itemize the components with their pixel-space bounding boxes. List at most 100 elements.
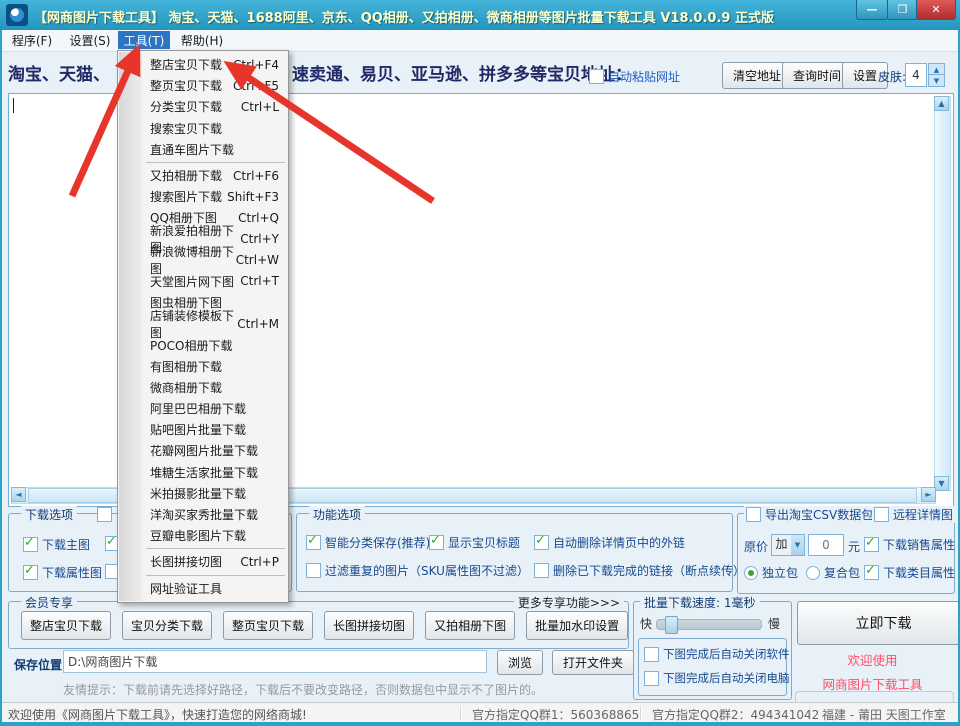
menu-item-douban[interactable]: 豆瓣电影图片下载 (118, 525, 288, 546)
status-qq-group-1: 官方指定QQ群1：560368865 (472, 708, 640, 722)
menu-item-alibaba[interactable]: 阿里巴巴相册下载 (118, 398, 288, 419)
tools-dropdown-menu: 整店宝贝下载 Ctrl+F4 整页宝贝下载 Ctrl+F5 分类宝贝下载 Ctrl+L… (117, 50, 289, 603)
auto-close-box: 下图完成后自动关闭软件 下图完成后自动关闭电脑 (638, 638, 790, 696)
vip-watermark-button[interactable]: 批量加水印设置 (526, 611, 629, 640)
address-label-left: 淘宝、天猫、 (8, 65, 110, 85)
radio-icon[interactable] (806, 565, 820, 580)
text-cursor (13, 98, 14, 113)
maximize-button[interactable]: ❐ (887, 0, 918, 20)
checkbox-icon[interactable] (589, 69, 604, 84)
browse-button[interactable]: 浏览 (497, 650, 544, 675)
menu-item-shop-download[interactable]: 整店宝贝下载 Ctrl+F4 (118, 54, 288, 75)
radio-single-pack[interactable]: 独立包 (744, 564, 798, 581)
checkbox-icon[interactable] (746, 507, 761, 522)
price-value-field[interactable]: 0 (808, 534, 844, 556)
menu-item-yangtao[interactable]: 洋淘买家秀批量下载 (118, 504, 288, 525)
checkbox-smart-save[interactable]: 智能分类保存(推荐) (306, 533, 430, 551)
menu-item-shop-template[interactable]: 店铺装修模板下图 Ctrl+M (118, 309, 288, 340)
menu-item-poco[interactable]: POCO相册下载 (118, 334, 288, 355)
checkbox-download-attr-image[interactable]: 下载属性图 (23, 563, 102, 581)
checkbox-icon[interactable] (306, 533, 321, 550)
checkbox-icon[interactable] (864, 563, 879, 580)
vip-yupoo-button[interactable]: 又拍相册下图 (425, 611, 516, 640)
checkbox-icon[interactable] (23, 535, 38, 552)
checkbox-icon[interactable] (644, 670, 659, 686)
menu-separator (146, 161, 285, 163)
download-options-title-checkbox[interactable] (97, 507, 112, 522)
status-qq-group-2: 官方指定QQ群2：494341042 (652, 708, 820, 722)
vip-long-image-button[interactable]: 长图拼接切图 (324, 611, 415, 640)
menu-item-search-image-download[interactable]: 搜索图片下载 Shift+F3 (118, 186, 288, 207)
vip-page-download-button[interactable]: 整页宝贝下载 (223, 611, 314, 640)
checkbox-category-attr[interactable]: 下载类目属性 (864, 563, 955, 581)
checkbox-icon[interactable] (429, 533, 444, 550)
menu-item-tieba[interactable]: 贴吧图片批量下载 (118, 419, 288, 440)
menu-item-yupoo-download[interactable]: 又拍相册下载 Ctrl+F6 (118, 165, 288, 186)
menu-item-url-validator[interactable]: 网址验证工具 (118, 578, 288, 599)
scroll-right-button[interactable]: ► (921, 487, 936, 502)
menu-item-mipai[interactable]: 米拍摄影批量下载 (118, 483, 288, 504)
scroll-right-icon: ► (925, 490, 932, 499)
scroll-down-icon: ▼ (938, 479, 945, 488)
checkbox-remove-finished-links[interactable]: 删除已下载完成的链接（断点续传） (534, 562, 745, 579)
checkbox-icon[interactable] (534, 563, 549, 578)
menubar-tools[interactable]: 工具(T) (118, 31, 170, 49)
vip-category-download-button[interactable]: 宝贝分类下载 (122, 611, 213, 640)
menu-item-long-image-cut[interactable]: 长图拼接切图 Ctrl+P (118, 551, 288, 572)
menubar-help[interactable]: 帮助(H) (176, 31, 228, 49)
vip-shop-download-button[interactable]: 整店宝贝下载 (21, 611, 112, 640)
price-mode-select[interactable]: 加 ▼ (771, 534, 805, 556)
skin-value-field[interactable]: 4 (905, 63, 927, 87)
save-path-input[interactable] (63, 650, 487, 673)
checkbox-icon[interactable] (874, 507, 889, 522)
download-now-button[interactable]: 立即下载 (797, 601, 960, 645)
menu-item-weishang[interactable]: 微商相册下载 (118, 377, 288, 398)
checkbox-icon[interactable] (534, 533, 549, 550)
radio-icon[interactable] (744, 565, 758, 580)
checkbox-sales-attr[interactable]: 下载销售属性 (864, 535, 955, 553)
menu-item-sina-weibo[interactable]: 新浪微博相册下图 Ctrl+W (118, 245, 288, 276)
vertical-scrollbar[interactable]: ▲ ▼ (934, 96, 951, 491)
speed-slider-thumb[interactable] (665, 616, 678, 634)
scroll-left-button[interactable]: ◄ (11, 487, 26, 502)
menu-item-duitang[interactable]: 堆糖生活家批量下载 (118, 462, 288, 483)
menu-item-ztc-download[interactable]: 直通车图片下载 (118, 139, 288, 160)
menu-item-huaban[interactable]: 花瓣网图片批量下载 (118, 440, 288, 461)
status-bar: 欢迎使用《网商图片下载工具》，快速打造您的网络商城! 官方指定QQ群1：5603… (0, 702, 960, 723)
checkbox-shutdown-after[interactable]: 下图完成后自动关闭电脑 (644, 670, 790, 686)
checkbox-icon[interactable] (306, 563, 321, 578)
menubar-program[interactable]: 程序(F) (6, 31, 58, 49)
checkbox-filter-duplicates[interactable]: 过滤重复的图片（SKU属性图不过滤） (306, 562, 529, 579)
menubar-settings[interactable]: 设置(S) (64, 31, 116, 49)
checkbox-show-title[interactable]: 显示宝贝标题 (429, 533, 520, 551)
more-vip-features-link[interactable]: 更多专享功能>>> (513, 594, 624, 611)
speed-slider-track[interactable] (656, 616, 762, 634)
auto-paste-checkbox[interactable]: 自动粘贴网址 (589, 68, 680, 85)
dropdown-arrow-icon: ▼ (791, 535, 804, 555)
window-title: 【网商图片下载工具】 淘宝、天猫、1688阿里、京东、QQ相册、又拍相册、微商相… (34, 11, 774, 26)
group-title: 功能选项 (309, 506, 366, 523)
checkbox-export-csv[interactable]: 导出淘宝CSV数据包 (744, 506, 876, 523)
menu-item-youtu[interactable]: 有图相册下载 (118, 356, 288, 377)
open-folder-button[interactable]: 打开文件夹 (552, 650, 635, 675)
menu-item-category-download[interactable]: 分类宝贝下载 Ctrl+L (118, 96, 288, 117)
checkbox-close-app-after[interactable]: 下图完成后自动关闭软件 (644, 646, 790, 662)
skin-spinner-down[interactable]: ▼ (928, 74, 945, 87)
menu-item-page-download[interactable]: 整页宝贝下载 Ctrl+F5 (118, 75, 288, 96)
checkbox-icon[interactable] (23, 563, 38, 580)
checkbox-download-main-image[interactable]: 下载主图 (23, 535, 90, 553)
minimize-button[interactable]: — (856, 0, 888, 20)
group-title: 会员专享 (21, 594, 78, 611)
scroll-up-button[interactable]: ▲ (934, 96, 949, 111)
checkbox-remove-external-links[interactable]: 自动删除详情页中的外链 (534, 533, 685, 551)
menu-item-search-item-download[interactable]: 搜索宝贝下载 (118, 118, 288, 139)
slider-slow-label: 慢 (768, 617, 781, 631)
scroll-down-button[interactable]: ▼ (934, 476, 949, 491)
menu-item-ivsky[interactable]: 天堂图片网下图 Ctrl+T (118, 271, 288, 292)
radio-multi-pack[interactable]: 复合包 (806, 564, 860, 581)
checkbox-remote-detail[interactable]: 远程详情图 (872, 506, 956, 523)
checkbox-icon[interactable] (644, 646, 659, 662)
close-button[interactable]: ✕ (916, 0, 956, 20)
checkbox-icon[interactable] (864, 535, 879, 552)
arrow-up-icon: ▲ (933, 65, 940, 74)
